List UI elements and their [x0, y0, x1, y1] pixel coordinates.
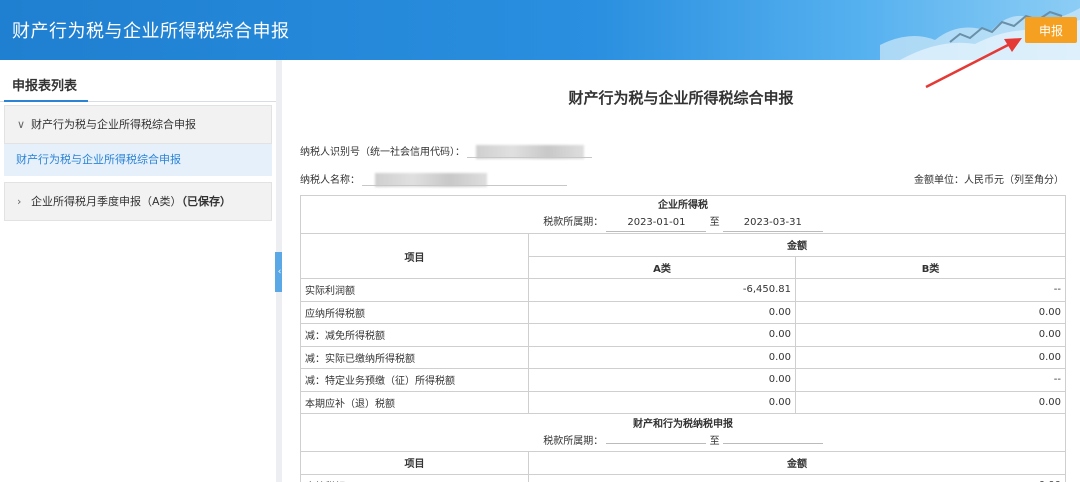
row-item: 应纳所得税额: [300, 300, 529, 324]
sidebar-title: 申报表列表: [12, 79, 78, 94]
sidebar-group-label: 企业所得税月季度申报（A类）: [31, 195, 182, 208]
row-a-value[interactable]: 0.00: [528, 368, 796, 392]
taxpayer-id-label: 纳税人识别号（统一社会信用代码）：: [300, 147, 465, 158]
section-header-row: 企业所得税 税款所属期： 2023-01-01 至 2023-03-31: [300, 195, 1066, 234]
row-a-value[interactable]: 0.00: [528, 323, 796, 347]
row-b-value[interactable]: 0.00: [795, 345, 1066, 369]
tax-period-row: 税款所属期： 2023-01-01 至 2023-03-31: [305, 214, 1061, 232]
sidebar-group-cit-quarterly-toggle[interactable]: › 企业所得税月季度申报（A类）（已保存）: [5, 183, 271, 220]
col-item-header: 项目: [300, 233, 529, 279]
row-item: 应纳税额: [300, 473, 529, 482]
row-a-value[interactable]: -6,450.81: [528, 278, 796, 302]
col-amount-header: 金额: [528, 233, 1066, 257]
tax-period-row: 税款所属期： 至: [305, 433, 1061, 450]
row-b-value[interactable]: 0.00: [795, 390, 1066, 414]
section-title: 企业所得税: [658, 200, 708, 211]
table-row: 本期应补（退）税额 0.00 0.00: [300, 390, 1066, 414]
row-amount-value[interactable]: 0.00: [528, 473, 1066, 482]
period-end-input[interactable]: [722, 442, 823, 444]
period-start-input[interactable]: [606, 442, 707, 444]
section-header-row: 财产和行为税纳税申报 税款所属期： 至: [300, 413, 1066, 452]
table-row: 应纳税额 0.00: [300, 473, 1066, 482]
table-row: 减：实际已缴纳所得税额 0.00 0.00: [300, 345, 1066, 369]
declaration-table: 企业所得税 税款所属期： 2023-01-01 至 2023-03-31 项目 …: [300, 195, 1066, 482]
row-b-value[interactable]: --: [795, 278, 1066, 302]
chevron-right-icon: ›: [17, 195, 22, 208]
form-title: 财产行为税与企业所得税综合申报: [568, 89, 794, 107]
taxpayer-name-label: 纳税人名称：: [300, 175, 360, 186]
row-b-value[interactable]: 0.00: [795, 300, 1066, 324]
sidebar-item-combined-declaration[interactable]: 财产行为税与企业所得税综合申报: [4, 144, 272, 176]
tax-period-label: 税款所属期：: [543, 217, 604, 228]
row-item: 本期应补（退）税额: [300, 390, 529, 414]
column-header-row: 项目 金额: [300, 233, 1066, 279]
sidebar-title-underline: [4, 100, 88, 102]
row-a-value[interactable]: 0.00: [528, 345, 796, 369]
col-amount-header: 金额: [528, 451, 1066, 475]
table-row: 减：减免所得税额 0.00 0.00: [300, 323, 1066, 347]
col-b-header: B类: [795, 255, 1066, 279]
sidebar: 申报表列表 ∨ 财产行为税与企业所得税综合申报 财产行为税与企业所得税综合申报 ›…: [0, 60, 276, 482]
tax-period-label: 税款所属期：: [543, 435, 604, 447]
row-item: 减：减免所得税额: [300, 323, 529, 347]
column-header-row: 项目 金额: [300, 451, 1066, 475]
amount-unit-label: 金额单位：人民币元（列至角分）: [914, 175, 1064, 186]
row-a-value[interactable]: 0.00: [528, 390, 796, 414]
sidebar-group-combined: ∨ 财产行为税与企业所得税综合申报: [4, 105, 272, 144]
period-end-input[interactable]: 2023-03-31: [722, 214, 823, 232]
row-item: 实际利润额: [300, 278, 529, 302]
table-row: 实际利润额 -6,450.81 --: [300, 278, 1066, 302]
sidebar-group-cit-quarterly: › 企业所得税月季度申报（A类）（已保存）: [4, 182, 272, 221]
app-title: 财产行为税与企业所得税综合申报: [12, 21, 290, 42]
section-title: 财产和行为税纳税申报: [633, 418, 733, 430]
saved-status-label: （已保存）: [181, 195, 232, 208]
submit-button[interactable]: 申报: [1025, 17, 1077, 43]
table-row: 减：特定业务预缴（征）所得税额 0.00 --: [300, 368, 1066, 392]
app-header: 财产行为税与企业所得税综合申报: [0, 0, 1080, 60]
period-start-input[interactable]: 2023-01-01: [606, 214, 707, 232]
chevron-down-icon: ∨: [17, 118, 26, 131]
sidebar-group-combined-toggle[interactable]: ∨ 财产行为税与企业所得税综合申报: [5, 106, 271, 143]
taxpayer-id-underline: [467, 157, 592, 158]
sidebar-header: 申报表列表: [0, 60, 276, 102]
table-row: 应纳所得税额 0.00 0.00: [300, 300, 1066, 324]
sidebar-group-label: 财产行为税与企业所得税综合申报: [31, 118, 196, 131]
row-b-value[interactable]: 0.00: [795, 323, 1066, 347]
period-separator: 至: [709, 217, 720, 228]
col-item-header: 项目: [300, 451, 529, 475]
row-a-value[interactable]: 0.00: [528, 300, 796, 324]
row-item: 减：特定业务预缴（征）所得税额: [300, 368, 529, 392]
row-item: 减：实际已缴纳所得税额: [300, 345, 529, 369]
taxpayer-name-underline: [362, 185, 567, 186]
col-a-header: A类: [528, 255, 796, 279]
main-content: 财产行为税与企业所得税综合申报 纳税人识别号（统一社会信用代码）： 纳税人名称：…: [282, 60, 1080, 482]
row-b-value[interactable]: --: [795, 368, 1066, 392]
period-separator: 至: [709, 435, 720, 447]
chevron-left-icon: ‹: [277, 267, 282, 277]
